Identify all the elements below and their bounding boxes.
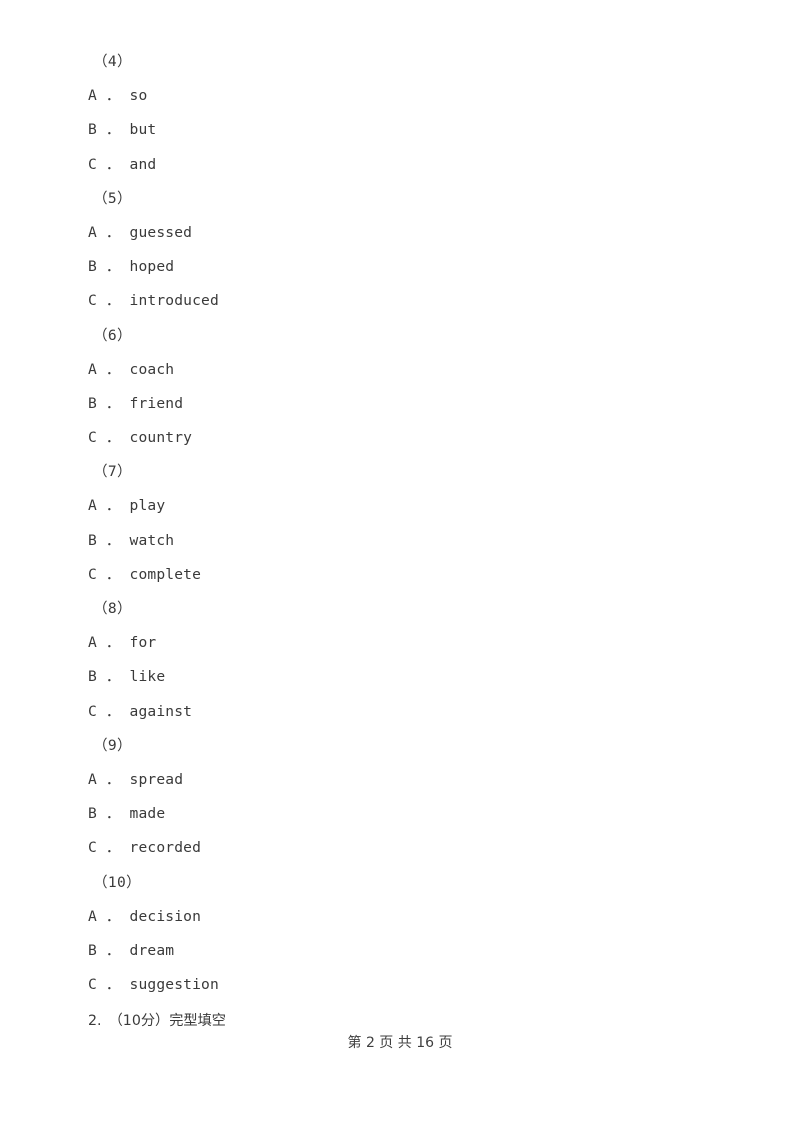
option-item[interactable]: B ． dream xyxy=(88,934,708,968)
option-item[interactable]: C ． introduced xyxy=(88,284,708,318)
next-question-heading-text: 2. （10分）完型填空 xyxy=(88,1013,226,1029)
page-footer: 第 2 页 共 16 页 xyxy=(0,1032,800,1054)
option-item[interactable]: A ． so xyxy=(88,79,708,113)
option-item[interactable]: C ． suggestion xyxy=(88,968,708,1002)
option-item[interactable]: C ． recorded xyxy=(88,831,708,865)
option-item[interactable]: A ． coach xyxy=(88,353,708,387)
page-footer-text: 第 2 页 共 16 页 xyxy=(347,1035,453,1051)
option-item[interactable]: C ． against xyxy=(88,695,708,729)
option-item[interactable]: B ． but xyxy=(88,113,708,147)
question-list: （4） A ． so B ． but C ． and （5） A ． guess… xyxy=(88,45,708,1002)
question-group-label: （9） xyxy=(93,736,132,754)
document-page: （4） A ． so B ． but C ． and （5） A ． guess… xyxy=(0,0,800,1132)
option-item[interactable]: B ． made xyxy=(88,797,708,831)
option-item[interactable]: B ． hoped xyxy=(88,250,708,284)
question-group-label: （6） xyxy=(93,326,132,344)
option-item[interactable]: A ． spread xyxy=(88,763,708,797)
option-item[interactable]: C ． and xyxy=(88,148,708,182)
question-group-label: （10） xyxy=(93,873,141,891)
option-item[interactable]: A ． guessed xyxy=(88,216,708,250)
next-question-heading: 2. （10分）完型填空 xyxy=(88,1010,226,1032)
option-item[interactable]: A ． for xyxy=(88,626,708,660)
option-item[interactable]: C ． country xyxy=(88,421,708,455)
option-item[interactable]: B ． like xyxy=(88,660,708,694)
question-group-label: （5） xyxy=(93,189,132,207)
question-group-label: （7） xyxy=(93,463,132,481)
option-item[interactable]: B ． friend xyxy=(88,387,708,421)
option-item[interactable]: C ． complete xyxy=(88,558,708,592)
option-item[interactable]: A ． decision xyxy=(88,900,708,934)
question-group-label: （4） xyxy=(93,53,132,70)
option-item[interactable]: B ． watch xyxy=(88,524,708,558)
option-item[interactable]: A ． play xyxy=(88,489,708,523)
question-group-label: （8） xyxy=(93,600,132,617)
